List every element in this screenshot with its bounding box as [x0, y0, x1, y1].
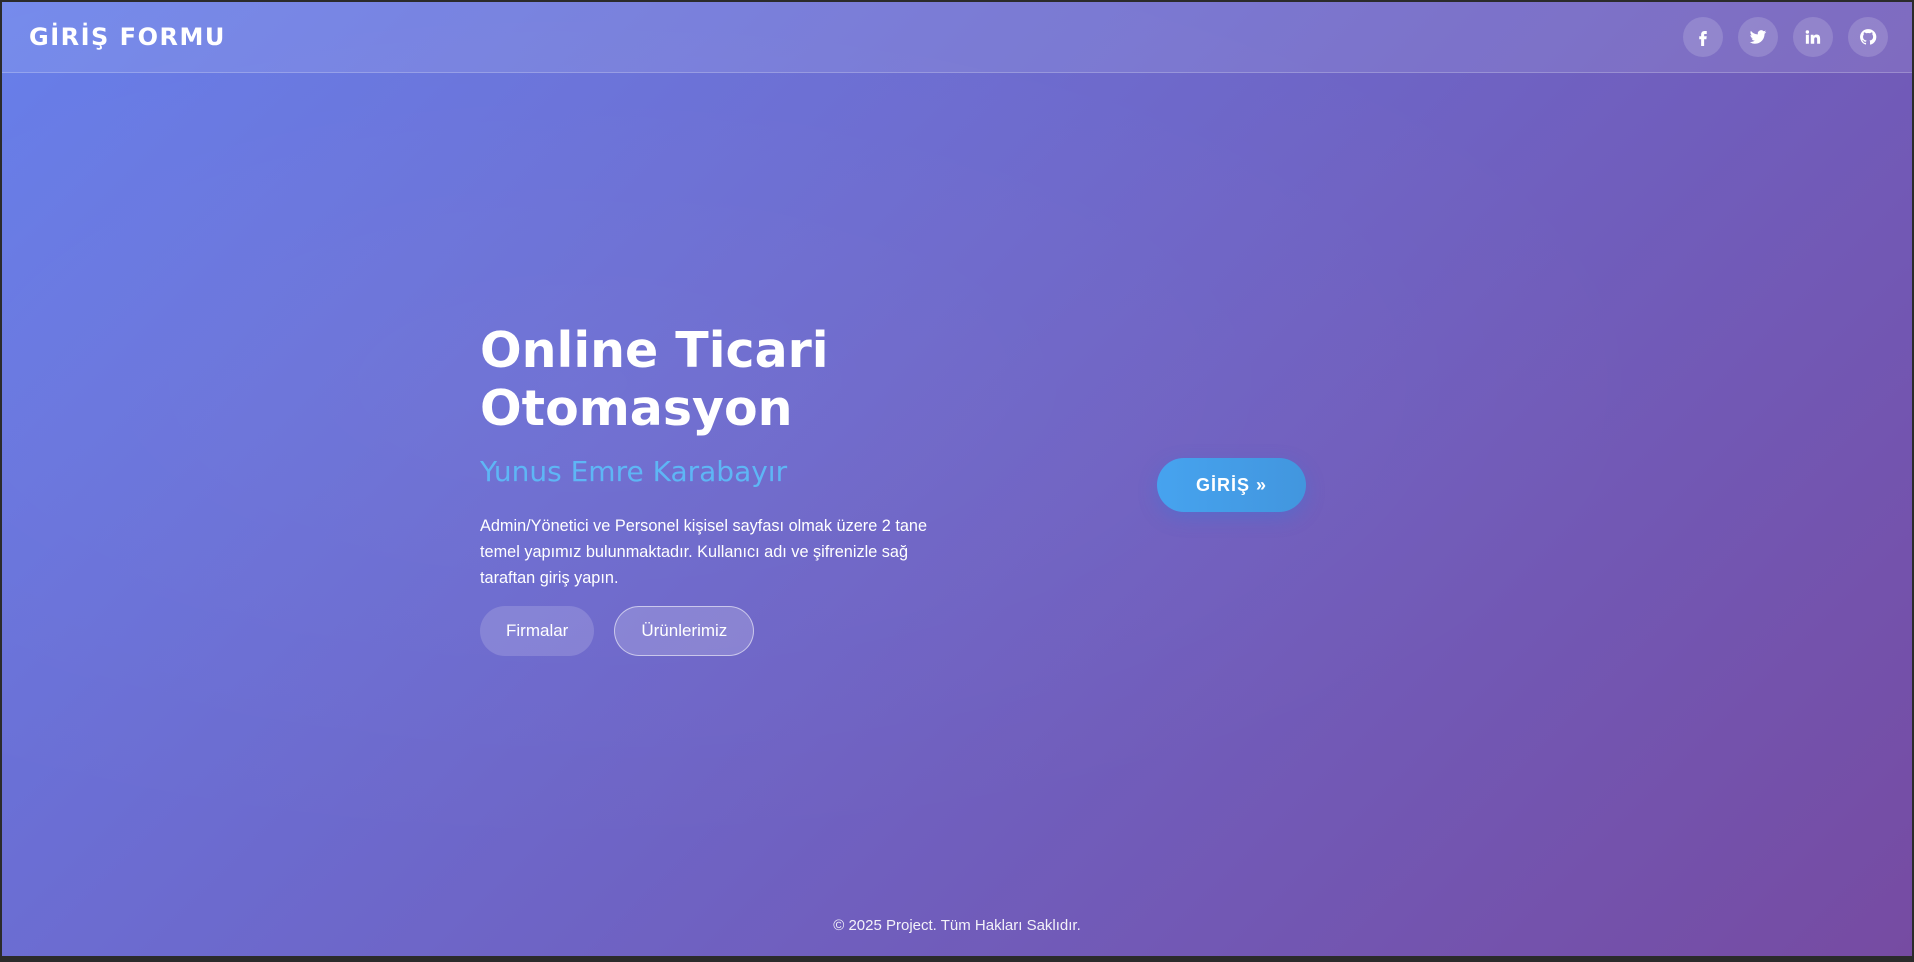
hero-title-line1: Online Ticari: [480, 322, 829, 379]
hero-description: Admin/Yönetici ve Personel kişisel sayfa…: [480, 517, 928, 587]
github-link[interactable]: [1848, 17, 1888, 57]
login-button[interactable]: GİRİŞ »: [1157, 458, 1306, 512]
author-name: Yunus Emre Karabayır: [480, 455, 788, 488]
navbar: GİRİŞ FORMU: [2, 2, 1912, 73]
urunlerimiz-button[interactable]: Ürünlerimiz: [614, 606, 755, 656]
linkedin-icon: [1805, 30, 1821, 44]
hero-actions: Firmalar Ürünlerimiz: [480, 606, 980, 656]
linkedin-link[interactable]: [1793, 17, 1833, 57]
github-icon: [1860, 29, 1877, 45]
hero-title: Online Ticari Otomasyon: [480, 322, 980, 438]
footer-copyright: © 2025 Project. Tüm Hakları Saklıdır.: [833, 917, 1081, 934]
twitter-icon: [1749, 30, 1767, 44]
social-links: [1683, 17, 1888, 57]
facebook-icon: [1699, 31, 1707, 46]
twitter-link[interactable]: [1738, 17, 1778, 57]
firmalar-button[interactable]: Firmalar: [480, 606, 595, 656]
page-background: GİRİŞ FORMU Online Ticari Otomasyon Yunu…: [2, 2, 1912, 956]
facebook-link[interactable]: [1683, 17, 1723, 57]
hero-section: Online Ticari Otomasyon Yunus Emre Karab…: [480, 322, 980, 656]
brand-logo[interactable]: GİRİŞ FORMU: [29, 23, 226, 51]
hero-title-line2: Otomasyon: [480, 380, 793, 437]
